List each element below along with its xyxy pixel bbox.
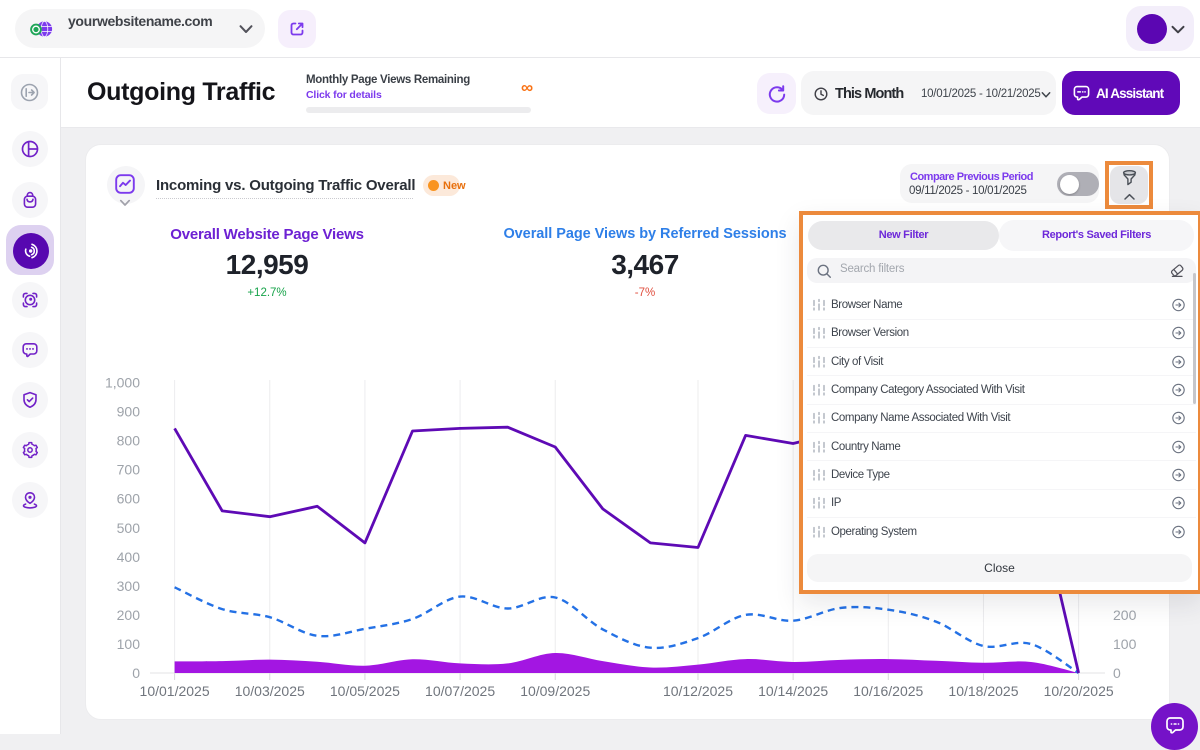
svg-text:900: 900 xyxy=(117,404,141,420)
svg-text:10/20/2025: 10/20/2025 xyxy=(1044,683,1114,699)
svg-text:10/12/2025: 10/12/2025 xyxy=(663,683,733,699)
svg-text:300: 300 xyxy=(117,578,141,594)
svg-text:10/05/2025: 10/05/2025 xyxy=(330,683,400,699)
svg-text:400: 400 xyxy=(117,549,141,565)
svg-text:800: 800 xyxy=(117,433,141,449)
svg-text:200: 200 xyxy=(117,607,141,623)
svg-text:10/18/2025: 10/18/2025 xyxy=(948,683,1018,699)
svg-text:10/07/2025: 10/07/2025 xyxy=(425,683,495,699)
svg-text:1,000: 1,000 xyxy=(105,375,140,391)
svg-text:10/14/2025: 10/14/2025 xyxy=(758,683,828,699)
svg-text:700: 700 xyxy=(117,462,141,478)
svg-text:10/03/2025: 10/03/2025 xyxy=(235,683,305,699)
svg-text:10/01/2025: 10/01/2025 xyxy=(140,683,210,699)
svg-text:10/16/2025: 10/16/2025 xyxy=(853,683,923,699)
svg-text:200: 200 xyxy=(1113,607,1137,623)
svg-text:100: 100 xyxy=(1113,636,1137,652)
svg-text:0: 0 xyxy=(1113,665,1121,681)
svg-text:500: 500 xyxy=(117,520,141,536)
svg-text:100: 100 xyxy=(117,636,141,652)
svg-text:0: 0 xyxy=(132,665,140,681)
svg-text:10/09/2025: 10/09/2025 xyxy=(520,683,590,699)
svg-text:600: 600 xyxy=(117,491,141,507)
